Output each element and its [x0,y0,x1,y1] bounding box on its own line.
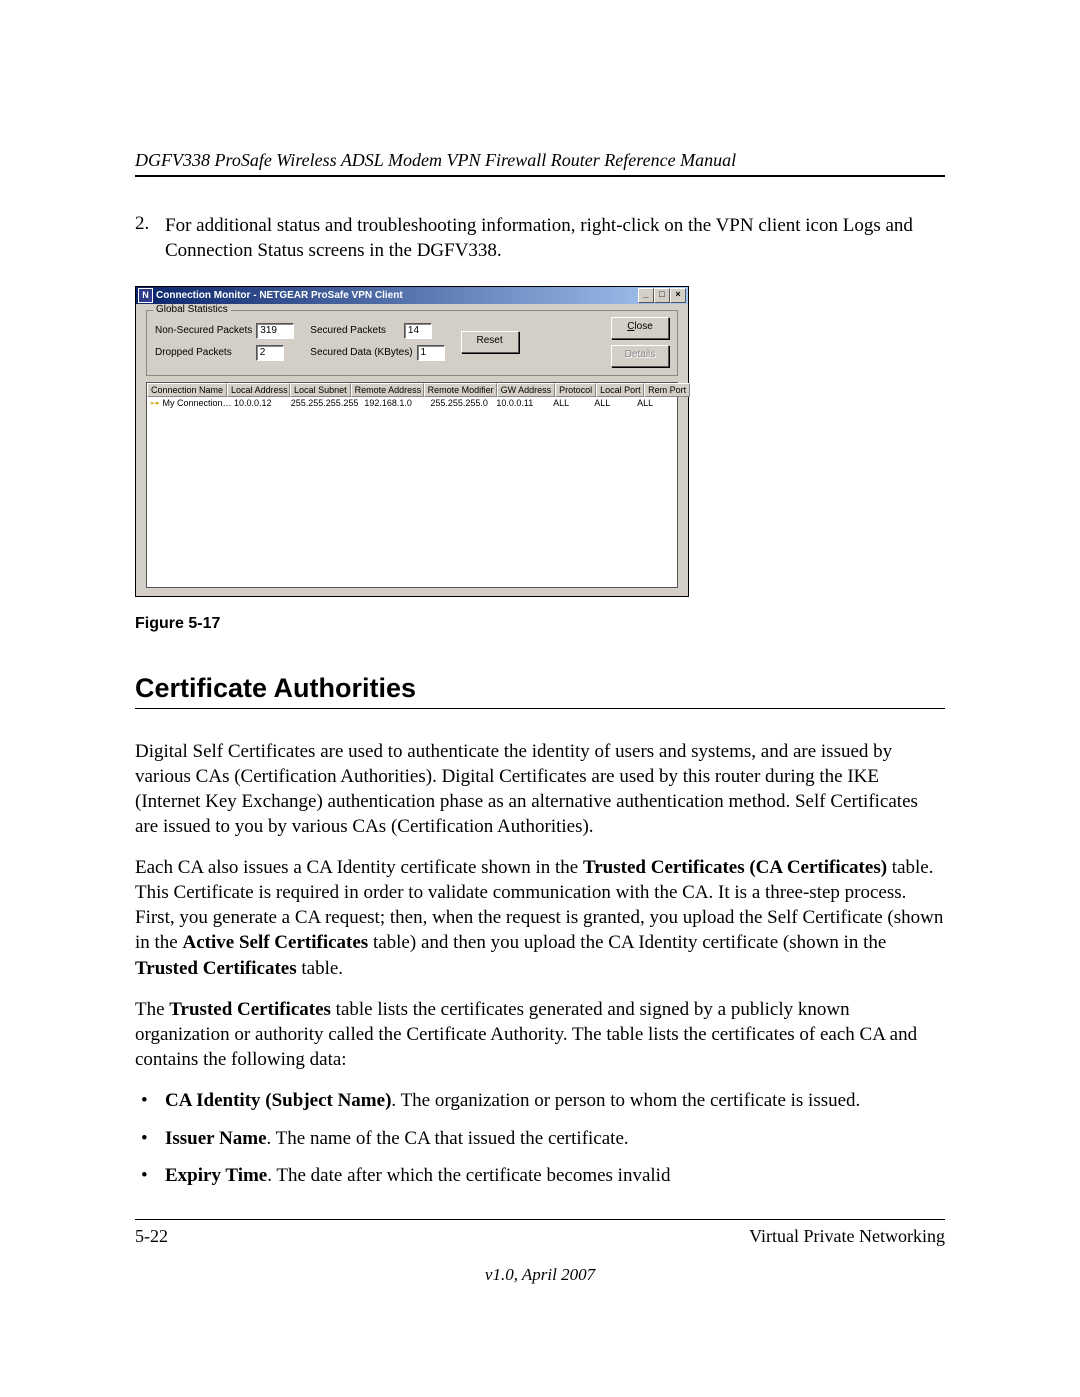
table-row[interactable]: ⊶ My Connection… 10.0.0.12 255.255.255.2… [147,397,677,409]
col-remote-modifier[interactable]: Remote Modifier [424,383,497,397]
col-rem-port[interactable]: Rem Port [644,383,690,397]
footer-section: Virtual Private Networking [749,1226,945,1247]
col-remote-address[interactable]: Remote Address [351,383,424,397]
minimize-icon[interactable]: _ [638,288,654,303]
section-heading: Certificate Authorities [135,673,945,709]
text: table) and then you upload the CA Identi… [368,932,886,953]
paragraph: Digital Self Certificates are used to au… [135,739,945,839]
page-number: 5-22 [135,1226,168,1247]
close-button[interactable]: Close [611,317,669,339]
non-secured-field[interactable]: 319 [256,323,294,339]
step-number: 2. [135,211,161,237]
app-icon: N [138,288,153,303]
connection-monitor-dialog: N Connection Monitor - NETGEAR ProSafe V… [135,286,689,597]
col-connection-name[interactable]: Connection Name [147,383,227,397]
bold-text: CA Identity (Subject Name) [165,1090,391,1111]
cell-connection-name: My Connection… [163,398,232,408]
cell-gw-address: 10.0.0.11 [493,397,550,409]
group-legend: Global Statistics [153,304,231,315]
page-footer: 5-22 Virtual Private Networking [135,1219,945,1247]
bold-text: Trusted Certificates [135,958,297,979]
dialog-title: Connection Monitor - NETGEAR ProSafe VPN… [156,290,403,301]
col-local-port[interactable]: Local Port [596,383,644,397]
secured-pkts-label: Secured Packets [310,325,386,336]
col-local-subnet[interactable]: Local Subnet [290,383,351,397]
paragraph: The Trusted Certificates table lists the… [135,997,945,1072]
text: table. [297,958,343,979]
text: . The organization or person to whom the… [391,1090,860,1111]
list-item: CA Identity (Subject Name). The organiza… [135,1088,945,1114]
bold-text: Trusted Certificates (CA Certificates) [583,857,887,878]
table-header: Connection Name Local Address Local Subn… [147,383,677,397]
text: . The name of the CA that issued the cer… [267,1128,629,1149]
bold-text: Active Self Certificates [183,932,369,953]
cell-protocol: ALL [550,397,591,409]
step-text: For additional status and troubleshootin… [165,213,945,264]
non-secured-label: Non-Secured Packets [155,325,252,336]
details-button: Details [611,345,669,367]
secured-data-field[interactable]: 1 [417,345,445,361]
version-line: v1.0, April 2007 [135,1265,945,1285]
cell-local-port: ALL [591,397,634,409]
col-gw-address[interactable]: GW Address [497,383,556,397]
bold-text: Trusted Certificates [169,999,331,1020]
paragraph: Each CA also issues a CA Identity certif… [135,855,945,980]
cell-local-address: 10.0.0.12 [231,397,288,409]
text: Each CA also issues a CA Identity certif… [135,857,583,878]
reset-button[interactable]: Reset [461,331,519,353]
bold-text: Issuer Name [165,1128,267,1149]
cell-rem-port: ALL [634,397,677,409]
cell-remote-modifier: 255.255.255.0 [427,397,493,409]
cell-local-subnet: 255.255.255.255 [288,397,362,409]
global-statistics-group: Global Statistics Non-Secured Packets 31… [146,310,678,376]
running-header: DGFV338 ProSafe Wireless ADSL Modem VPN … [135,150,945,177]
bold-text: Expiry Time [165,1165,267,1186]
bullet-list: CA Identity (Subject Name). The organiza… [135,1088,945,1189]
secured-pkts-field[interactable]: 14 [404,323,432,339]
col-local-address[interactable]: Local Address [227,383,290,397]
dropped-field[interactable]: 2 [256,345,284,361]
col-protocol[interactable]: Protocol [555,383,596,397]
list-item: Issuer Name. The name of the CA that iss… [135,1126,945,1152]
close-icon[interactable]: × [670,288,686,303]
dialog-titlebar: N Connection Monitor - NETGEAR ProSafe V… [136,287,688,304]
connections-table: Connection Name Local Address Local Subn… [146,382,678,588]
list-item: Expiry Time. The date after which the ce… [135,1163,945,1189]
key-icon: ⊶ [150,398,160,406]
text: The [135,999,169,1020]
dropped-label: Dropped Packets [155,347,232,358]
figure-label: Figure 5-17 [135,615,945,633]
secured-data-label: Secured Data (KBytes) [310,347,412,358]
maximize-icon[interactable]: □ [654,288,670,303]
text: . The date after which the certificate b… [267,1165,670,1186]
numbered-step: 2. For additional status and troubleshoo… [135,211,945,264]
cell-remote-address: 192.168.1.0 [361,397,427,409]
